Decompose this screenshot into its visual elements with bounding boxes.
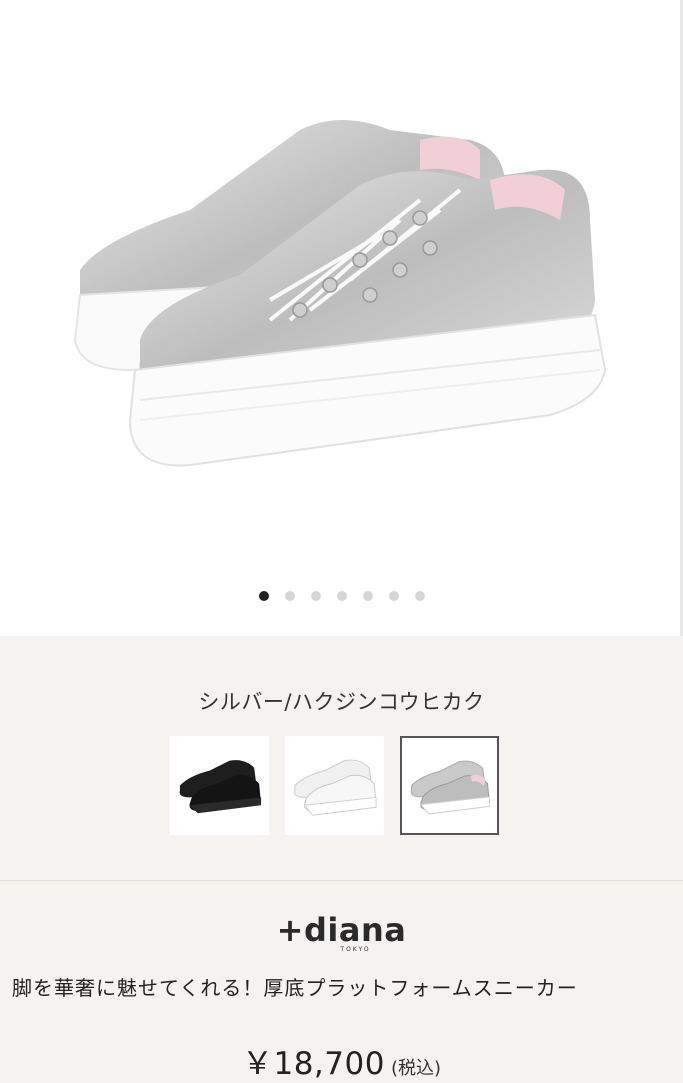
brand-name: +diana <box>276 911 407 949</box>
color-swatches <box>170 736 500 836</box>
price-value: ￥18,700 <box>241 1046 385 1082</box>
section-divider <box>0 880 683 881</box>
carousel-dot[interactable] <box>336 591 347 601</box>
silver-sneaker-thumbnail <box>410 760 490 815</box>
product-image[interactable] <box>40 70 640 510</box>
color-swatch-black[interactable] <box>170 736 269 835</box>
carousel-dot[interactable] <box>362 591 373 601</box>
carousel-dot[interactable] <box>310 591 321 601</box>
product-title: 脚を華奢に魅せてくれる！厚底プラットフォームスニーカー <box>12 976 578 1000</box>
carousel-dots <box>0 591 683 601</box>
carousel-dot[interactable] <box>388 591 399 601</box>
black-sneaker-thumbnail <box>179 760 262 814</box>
white-sneaker-thumbnail <box>294 759 377 816</box>
tax-note: (税込) <box>390 1058 442 1079</box>
color-swatch-silver[interactable] <box>400 736 499 835</box>
carousel-dot[interactable] <box>258 591 269 601</box>
price-block: ￥18,700 (税込) <box>0 1038 683 1083</box>
selected-color-label: シルバー/ハクジンコウヒカク <box>198 690 485 714</box>
product-image-gallery[interactable] <box>0 0 683 636</box>
brand-logo[interactable]: +diana TOKYO <box>0 912 683 953</box>
color-swatch-white[interactable] <box>285 736 384 835</box>
carousel-dot[interactable] <box>414 591 425 601</box>
brand-subtitle: TOKYO <box>340 946 371 953</box>
carousel-dot[interactable] <box>284 591 295 601</box>
